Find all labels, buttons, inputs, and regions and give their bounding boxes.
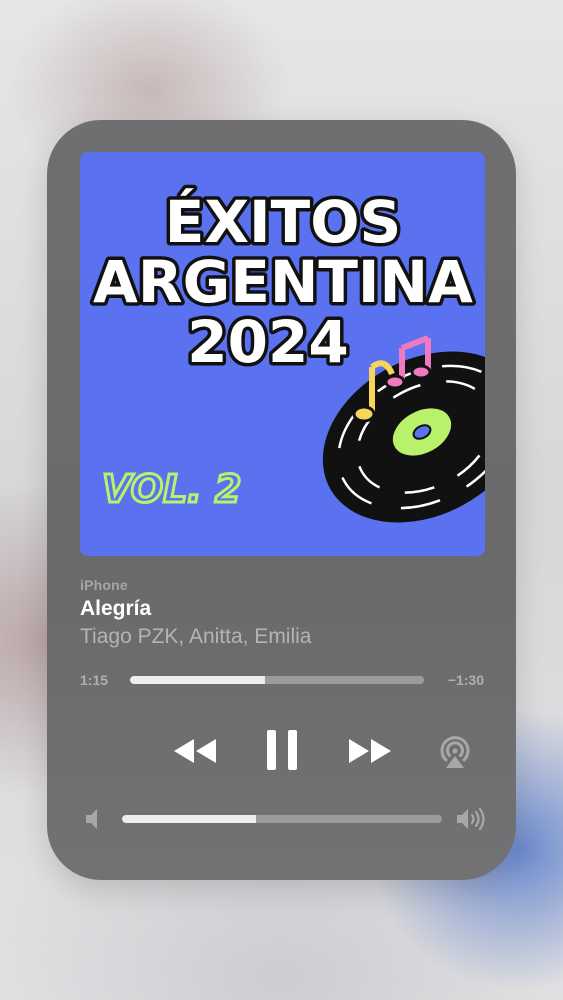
volume-high-button[interactable] xyxy=(454,806,488,832)
speaker-low-icon xyxy=(86,809,97,829)
volume-slider[interactable] xyxy=(122,815,442,823)
volume-low-button[interactable] xyxy=(82,806,104,832)
pause-button[interactable] xyxy=(261,726,303,774)
airplay-icon xyxy=(440,736,470,768)
volume-level-fill xyxy=(122,815,257,823)
track-artists: Tiago PZK, Anitta, Emilia xyxy=(80,625,312,648)
playback-scrubber[interactable] xyxy=(130,676,424,684)
artwork-volume-label: VOL. 2 xyxy=(102,467,241,511)
artwork-line2: ARGENTINA xyxy=(93,248,473,316)
playback-progress-fill xyxy=(130,676,266,684)
output-device-label: iPhone xyxy=(80,577,128,593)
speaker-high-icon xyxy=(457,807,485,831)
track-title: Alegría xyxy=(80,597,152,620)
rewind-button[interactable] xyxy=(170,731,220,771)
artwork-line1: ÉXITOS xyxy=(165,187,402,256)
album-artwork: ÉXITOS ARGENTINA 2024 VOL. 2 xyxy=(80,152,485,556)
remaining-time: −1:30 xyxy=(447,672,484,688)
rewind-icon xyxy=(174,739,216,763)
airplay-button[interactable] xyxy=(434,730,476,772)
fast-forward-button[interactable] xyxy=(345,731,395,771)
pause-icon xyxy=(267,730,297,770)
artwork-line3: 2024 xyxy=(187,308,348,376)
fast-forward-icon xyxy=(349,739,391,763)
elapsed-time: 1:15 xyxy=(80,672,109,688)
